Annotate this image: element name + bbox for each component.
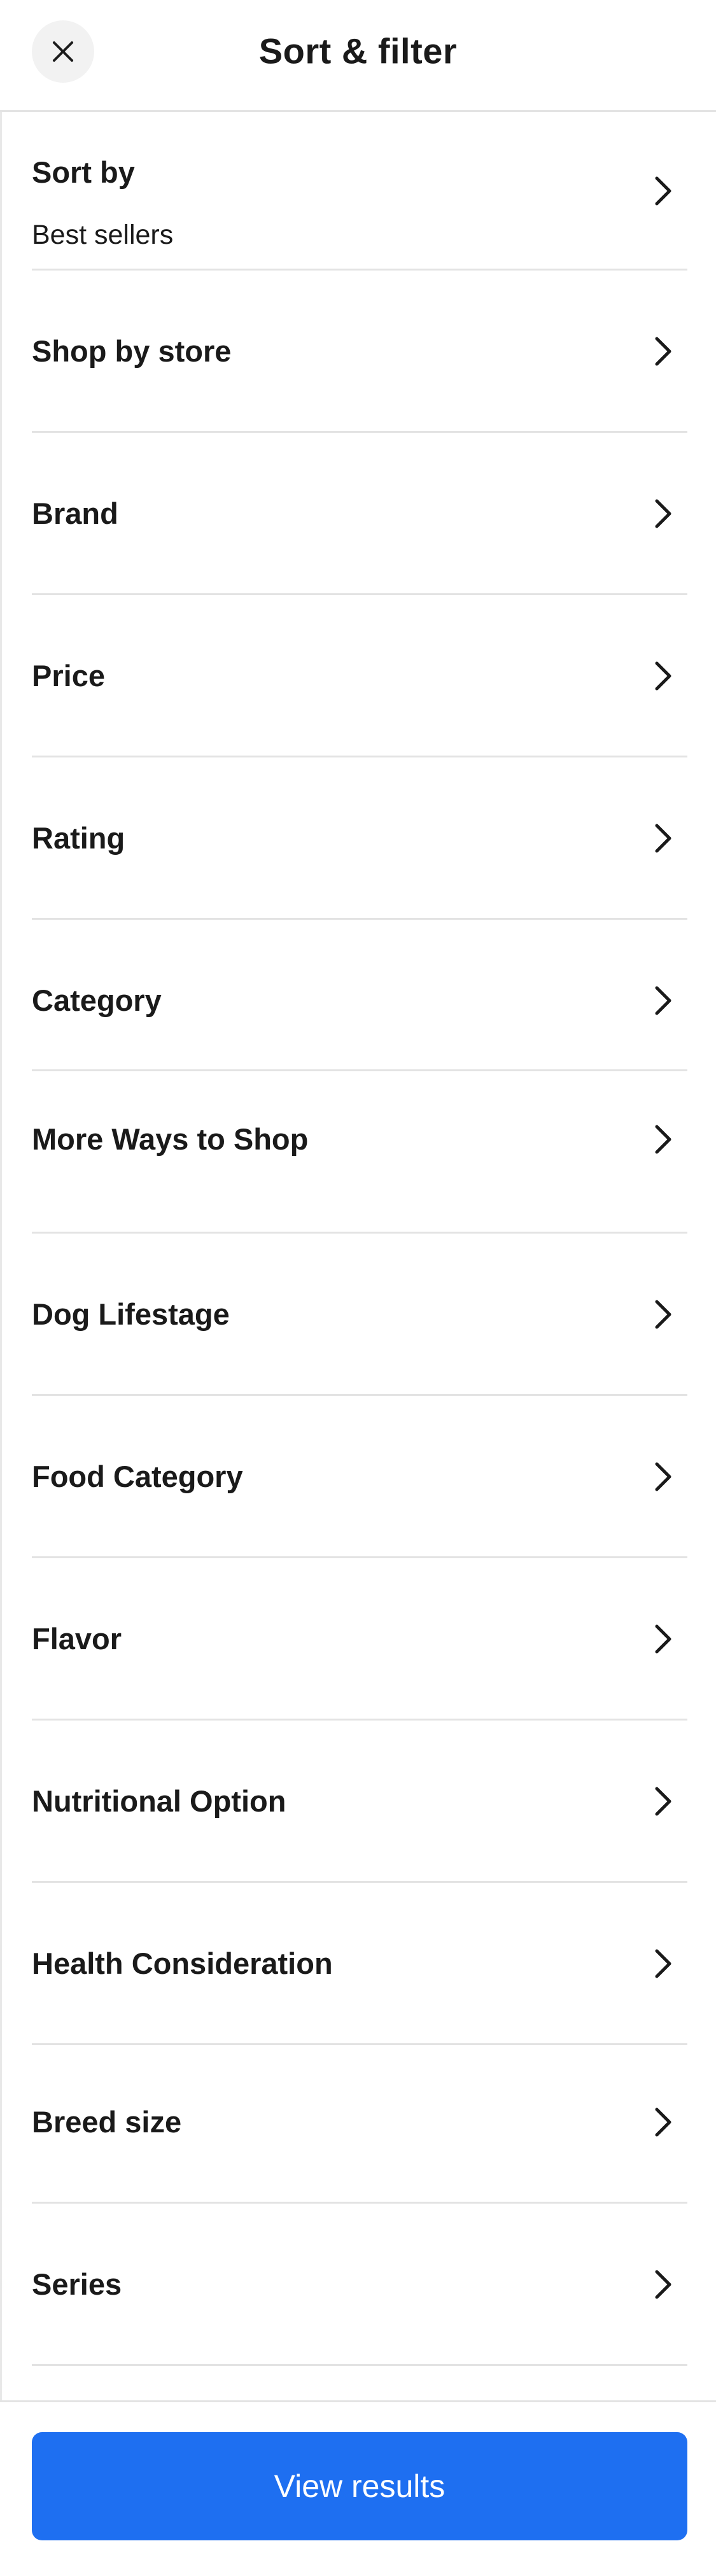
filter-label: Series	[32, 2267, 122, 2301]
chevron-right-icon	[655, 1949, 671, 1978]
chevron-right-icon	[655, 2108, 671, 2137]
filter-row-flavor[interactable]: Flavor	[32, 1558, 687, 1721]
filter-label: Flavor	[32, 1622, 122, 1656]
chevron-right-icon	[655, 499, 671, 528]
filter-label: Health Consideration	[32, 1946, 333, 1980]
filter-row-more-ways-to-shop[interactable]: More Ways to Shop	[32, 1071, 687, 1234]
chevron-right-icon	[655, 1624, 671, 1654]
header: Sort & filter	[0, 0, 716, 112]
filter-row-category[interactable]: Category	[32, 920, 687, 1071]
chevron-right-icon	[655, 986, 671, 1015]
filter-row-shop-by-store[interactable]: Shop by store	[32, 271, 687, 433]
filter-label: Food Category	[32, 1460, 243, 1493]
filter-row-brand[interactable]: Brand	[32, 433, 687, 595]
chevron-right-icon	[655, 824, 671, 853]
filter-row-food-category[interactable]: Food Category	[32, 1396, 687, 1558]
chevron-right-icon	[655, 1462, 671, 1491]
filter-label: Breed size	[32, 2105, 182, 2139]
filter-row-dog-lifestage[interactable]: Dog Lifestage	[32, 1234, 687, 1396]
chevron-right-icon	[655, 1125, 671, 1154]
filter-label: Dog Lifestage	[32, 1297, 230, 1331]
sort-by-row[interactable]: Sort by Best sellers	[32, 112, 687, 271]
filter-row-breed-size[interactable]: Breed size	[32, 2045, 687, 2204]
filter-label: Category	[32, 983, 162, 1017]
filter-label: Nutritional Option	[32, 1784, 286, 1818]
page-title: Sort & filter	[258, 31, 458, 71]
filter-label: Shop by store	[32, 334, 232, 368]
sort-by-value: Best sellers	[32, 220, 174, 250]
filter-label: Rating	[32, 821, 125, 855]
panel-left-border	[0, 112, 2, 2400]
chevron-right-icon	[655, 1300, 671, 1329]
filter-row-rating[interactable]: Rating	[32, 757, 687, 920]
chevron-right-icon	[655, 337, 671, 366]
filter-label: More Ways to Shop	[32, 1122, 309, 1156]
filter-row-price[interactable]: Price	[32, 595, 687, 757]
chevron-right-icon	[655, 176, 671, 206]
filter-label: Brand	[32, 496, 118, 530]
chevron-right-icon	[655, 2270, 671, 2299]
filter-row-series[interactable]: Series	[32, 2204, 687, 2366]
footer: View results	[0, 2400, 716, 2576]
filter-row-health-consideration[interactable]: Health Consideration	[32, 1883, 687, 2045]
chevron-right-icon	[655, 661, 671, 691]
chevron-right-icon	[655, 1787, 671, 1816]
view-results-button[interactable]: View results	[32, 2432, 687, 2540]
filter-row-nutritional-option[interactable]: Nutritional Option	[32, 1721, 687, 1883]
filter-label: Price	[32, 659, 105, 693]
sort-by-label: Sort by	[32, 155, 135, 189]
